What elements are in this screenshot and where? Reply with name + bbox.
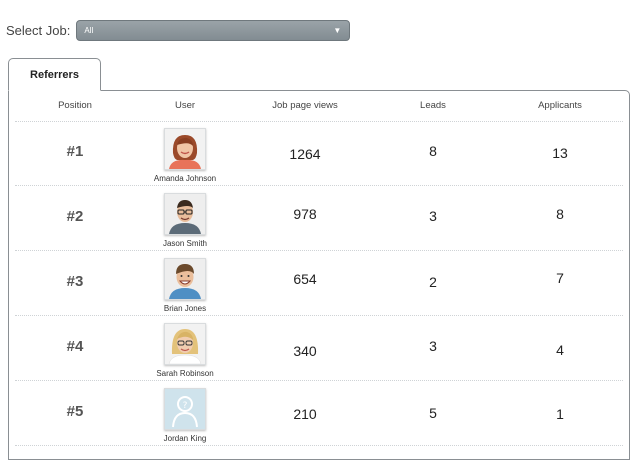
leads-cell: 8 bbox=[429, 143, 437, 159]
column-header-leads: Leads bbox=[420, 100, 446, 111]
user-name: Jordan King bbox=[163, 434, 207, 443]
user-cell: Brian Jones bbox=[125, 258, 245, 313]
table-row: #2 Jason Smith 978 3 8 bbox=[15, 186, 623, 251]
leads-cell: 2 bbox=[429, 274, 437, 290]
job-select-value: All bbox=[84, 26, 94, 35]
column-header-user: User bbox=[174, 100, 196, 111]
user-name: Sarah Robinson bbox=[156, 369, 214, 378]
views-cell: 340 bbox=[293, 343, 317, 359]
column-header-job-page-views: Job page views bbox=[272, 100, 338, 111]
applicants-cell: 8 bbox=[556, 206, 564, 222]
applicants-cell: 7 bbox=[556, 270, 564, 286]
views-cell: 210 bbox=[293, 406, 317, 422]
column-header-position: Position bbox=[58, 100, 92, 111]
leads-cell: 3 bbox=[429, 338, 437, 354]
job-select[interactable]: All ▼ bbox=[76, 20, 351, 41]
chevron-down-icon: ▼ bbox=[333, 26, 342, 35]
position-cell: #1 bbox=[66, 143, 84, 160]
select-job-label: Select Job: bbox=[6, 23, 71, 38]
views-cell: 978 bbox=[293, 206, 317, 222]
table-row: #1 Amanda Johnson 1264 8 13 bbox=[15, 121, 623, 186]
applicants-cell: 1 bbox=[556, 406, 564, 422]
position-cell: #2 bbox=[66, 208, 84, 225]
user-name: Jason Smith bbox=[162, 239, 208, 248]
tab-referrers[interactable]: Referrers bbox=[8, 58, 101, 91]
user-cell: Sarah Robinson bbox=[125, 323, 245, 378]
job-filter: Select Job: All ▼ bbox=[6, 20, 351, 41]
default-user-icon: ? bbox=[164, 388, 206, 430]
position-cell: #4 bbox=[66, 338, 84, 355]
table-row: #5 ? Jordan King 210 5 1 bbox=[15, 381, 623, 446]
table-row: #3 Brian Jones 654 2 7 bbox=[15, 251, 623, 316]
applicants-cell: 13 bbox=[552, 145, 568, 161]
man-smiling-icon bbox=[164, 258, 206, 300]
applicants-cell: 4 bbox=[556, 342, 564, 358]
user-name: Brian Jones bbox=[163, 304, 207, 313]
user-cell: ? Jordan King bbox=[125, 388, 245, 443]
column-header-applicants: Applicants bbox=[538, 100, 582, 111]
user-cell: Jason Smith bbox=[125, 193, 245, 248]
table-row: #4 Sarah Robinson 340 3 4 bbox=[15, 316, 623, 381]
user-cell: Amanda Johnson bbox=[125, 128, 245, 183]
views-cell: 1264 bbox=[289, 146, 321, 162]
position-cell: #5 bbox=[66, 403, 84, 420]
svg-text:?: ? bbox=[183, 401, 188, 411]
table-header: Position User Job page views Leads Appli… bbox=[15, 91, 623, 122]
leads-cell: 3 bbox=[429, 208, 437, 224]
referrers-panel: Position User Job page views Leads Appli… bbox=[8, 90, 630, 460]
user-name: Amanda Johnson bbox=[153, 174, 217, 183]
man-glasses-icon bbox=[164, 193, 206, 235]
leads-cell: 5 bbox=[429, 405, 437, 421]
woman-red-hair-icon bbox=[164, 128, 206, 170]
woman-blonde-glasses-icon bbox=[164, 323, 206, 365]
position-cell: #3 bbox=[66, 273, 84, 290]
views-cell: 654 bbox=[293, 271, 317, 287]
